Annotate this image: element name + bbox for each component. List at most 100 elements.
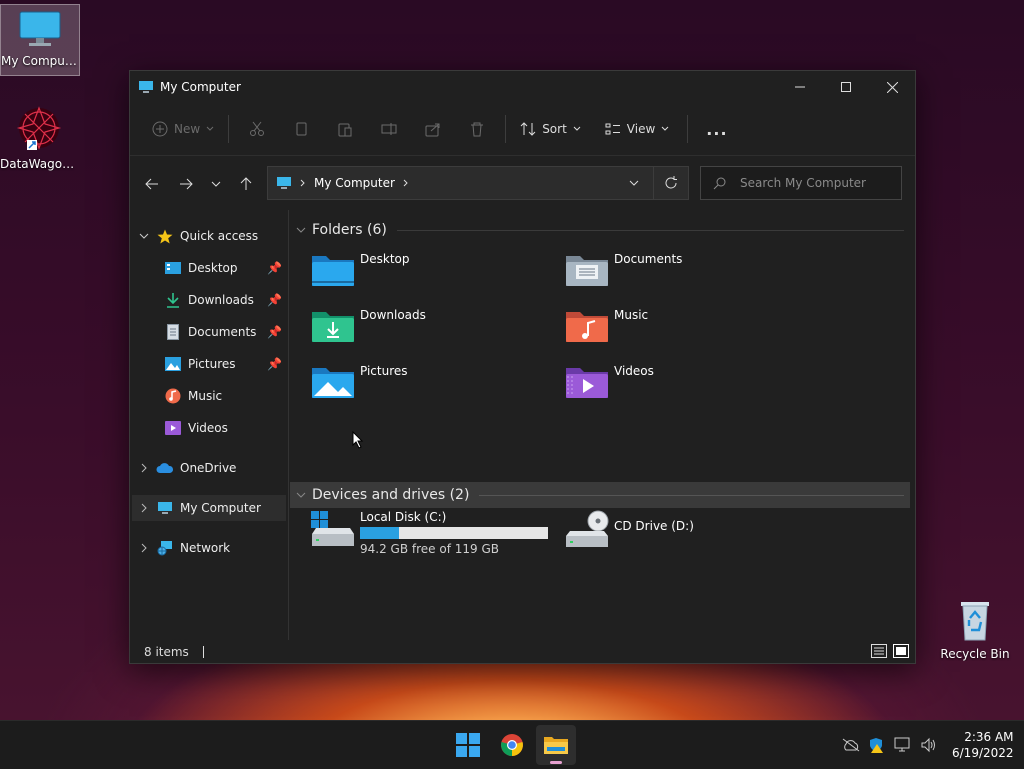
- clock[interactable]: 2:36 AM 6/19/2022: [952, 729, 1014, 761]
- paste-button[interactable]: [329, 113, 361, 145]
- pictures-folder-icon: [312, 368, 354, 398]
- desktop-icon-label: Recycle Bin: [940, 647, 1010, 661]
- recent-locations-button[interactable]: [202, 168, 230, 200]
- cut-button[interactable]: [241, 113, 273, 145]
- maximize-button[interactable]: [823, 71, 869, 103]
- delete-button[interactable]: [461, 113, 493, 145]
- picture-icon: [165, 357, 181, 371]
- rename-button[interactable]: [373, 113, 405, 145]
- details-view-button[interactable]: [871, 643, 887, 661]
- nav-label: Desktop: [188, 261, 238, 275]
- divider: [505, 115, 507, 143]
- display-icon[interactable]: [894, 737, 912, 753]
- nav-network[interactable]: Network: [132, 535, 286, 561]
- folder-videos[interactable]: Videos: [564, 362, 804, 410]
- desktop-icon-recycle-bin[interactable]: Recycle Bin: [936, 596, 1014, 661]
- group-header-devices[interactable]: Devices and drives (2): [290, 482, 910, 508]
- folder-label: Documents: [614, 252, 683, 266]
- close-icon: [886, 81, 898, 93]
- nav-quick-access[interactable]: Quick access: [132, 223, 286, 249]
- taskbar: 2:36 AM 6/19/2022: [0, 720, 1024, 769]
- arrow-right-icon: [180, 178, 193, 190]
- desktop-folder-icon: [165, 262, 181, 274]
- drive-c[interactable]: Local Disk (C:) 94.2 GB free of 119 GB: [310, 510, 560, 562]
- search-box[interactable]: Search My Computer: [700, 166, 902, 200]
- local-disk-icon: [311, 511, 354, 546]
- drive-label: CD Drive (D:): [614, 519, 694, 533]
- nav-label: Videos: [188, 421, 228, 435]
- forward-button[interactable]: [170, 168, 202, 200]
- search-placeholder: Search My Computer: [740, 176, 866, 190]
- view-button[interactable]: View: [597, 113, 677, 145]
- chevron-down-icon: [573, 126, 581, 131]
- title-bar[interactable]: My Computer: [130, 71, 915, 103]
- clock-time: 2:36 AM: [964, 730, 1014, 744]
- nav-onedrive[interactable]: OneDrive: [132, 455, 286, 481]
- group-header-folders[interactable]: Folders (6): [290, 217, 910, 243]
- new-button[interactable]: New: [144, 113, 222, 145]
- security-shield-icon[interactable]: [868, 737, 884, 753]
- share-button[interactable]: [417, 113, 449, 145]
- folder-downloads[interactable]: Downloads: [310, 306, 550, 354]
- details-view-icon: [871, 643, 887, 658]
- running-indicator: [550, 761, 562, 764]
- chevron-down-icon: [661, 126, 669, 131]
- address-bar[interactable]: My Computer: [267, 166, 689, 200]
- taskbar-chrome[interactable]: [492, 725, 532, 765]
- more-options-button[interactable]: ...: [698, 113, 735, 145]
- folder-documents[interactable]: Documents: [564, 250, 804, 298]
- back-button[interactable]: [136, 168, 168, 200]
- navigation-pane: Quick access Desktop 📌 Downloads 📌 Docum…: [130, 210, 289, 640]
- chevron-down-icon[interactable]: [629, 180, 639, 186]
- folder-desktop[interactable]: Desktop: [310, 250, 550, 298]
- system-tray: 2:36 AM 6/19/2022: [842, 721, 1014, 769]
- volume-icon[interactable]: [920, 737, 938, 753]
- music-folder-icon: [566, 312, 608, 342]
- status-bar: 8 items: [130, 641, 915, 663]
- rename-icon: [381, 123, 397, 135]
- network-icon: [157, 541, 172, 556]
- tiles-view-icon: [893, 643, 909, 658]
- documents-folder-icon: [566, 256, 608, 286]
- nav-item-videos[interactable]: Videos: [132, 415, 286, 441]
- recycle-bin-icon: [961, 602, 989, 641]
- drive-d[interactable]: CD Drive (D:): [564, 510, 804, 558]
- network-disconnected-icon[interactable]: [842, 738, 860, 752]
- folder-pictures[interactable]: Pictures: [310, 362, 550, 410]
- nav-my-computer[interactable]: My Computer: [132, 495, 286, 521]
- tiles-view-button[interactable]: [893, 643, 909, 661]
- music-icon: [165, 388, 181, 404]
- chevron-down-icon: [206, 126, 214, 131]
- copy-button[interactable]: [285, 113, 317, 145]
- desktop-icon-my-computer[interactable]: My Computer: [0, 4, 80, 76]
- taskbar-file-explorer[interactable]: [536, 725, 576, 765]
- breadcrumb-my-computer[interactable]: My Computer: [314, 176, 395, 190]
- close-button[interactable]: [869, 71, 915, 103]
- chevron-right-icon: [403, 179, 408, 187]
- clipboard-icon: [338, 123, 352, 137]
- nav-label: Music: [188, 389, 223, 403]
- disk-usage-fill: [360, 527, 400, 539]
- divider: [228, 115, 230, 143]
- nav-item-desktop[interactable]: Desktop 📌: [132, 255, 286, 281]
- maximize-icon: [841, 82, 851, 92]
- nav-item-pictures[interactable]: Pictures 📌: [132, 351, 286, 377]
- copy-icon: [296, 122, 307, 136]
- desktop-icon-datawagon[interactable]: DataWagon...: [0, 104, 78, 171]
- start-button[interactable]: [448, 725, 488, 765]
- nav-item-downloads[interactable]: Downloads 📌: [132, 287, 286, 313]
- group-title: Devices and drives (2): [312, 487, 470, 503]
- up-button[interactable]: [230, 168, 262, 200]
- nav-item-documents[interactable]: Documents 📌: [132, 319, 286, 345]
- monitor-icon: [277, 177, 291, 189]
- sort-button[interactable]: Sort: [512, 113, 589, 145]
- nav-label: My Computer: [180, 501, 261, 515]
- minimize-button[interactable]: [777, 71, 823, 103]
- chevron-right-icon: [300, 179, 305, 187]
- refresh-icon[interactable]: [664, 176, 678, 190]
- chevron-down-icon: [211, 181, 221, 187]
- windows-logo-icon: [456, 733, 480, 757]
- nav-item-music[interactable]: Music: [132, 383, 286, 409]
- nav-label: Network: [180, 541, 231, 555]
- folder-music[interactable]: Music: [564, 306, 804, 354]
